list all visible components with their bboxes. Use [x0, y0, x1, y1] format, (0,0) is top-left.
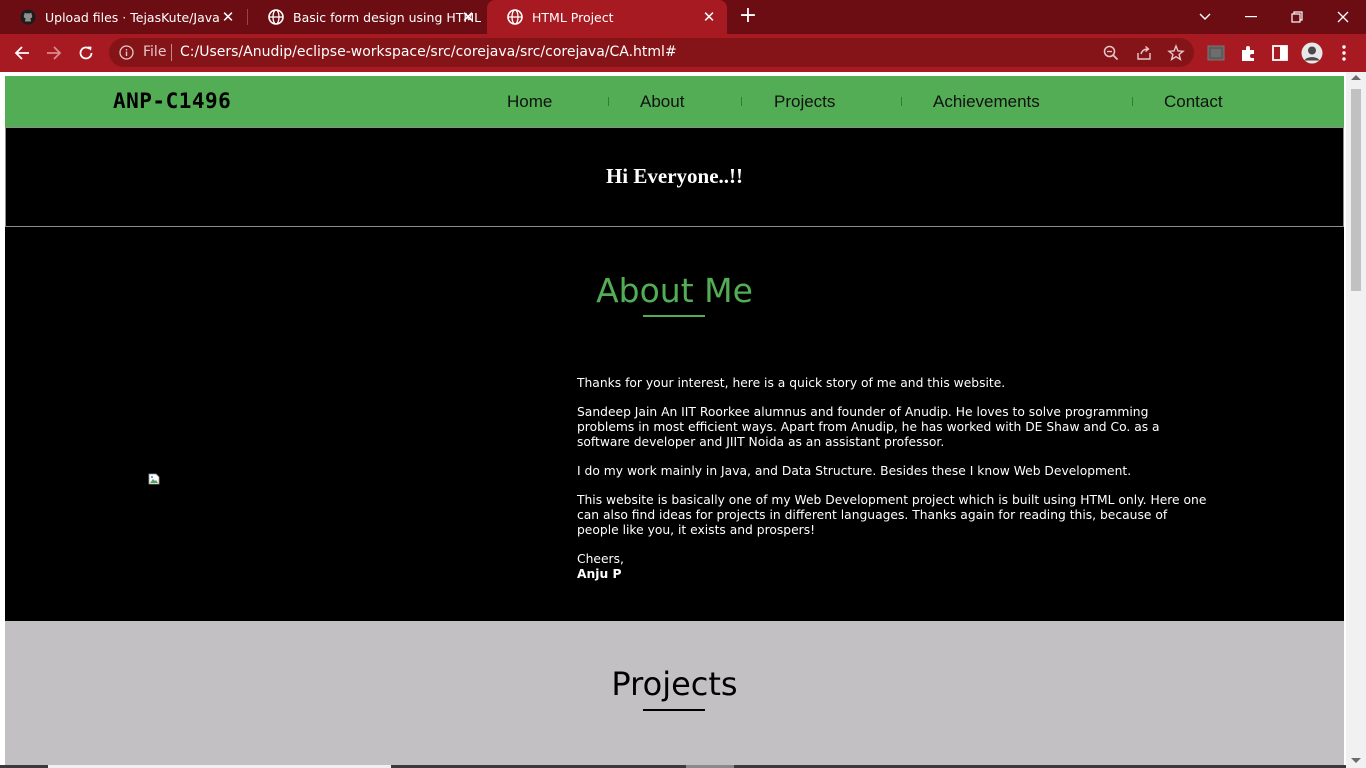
close-icon[interactable]: ✕	[220, 9, 236, 25]
nav-divider	[741, 97, 742, 106]
signature: Anju P	[577, 567, 622, 581]
site-navbar: ANP-C1496 Home About Projects Achievemen…	[5, 76, 1344, 127]
about-section: About Me Thanks for your interest, here …	[5, 227, 1344, 621]
reload-icon	[79, 46, 93, 60]
hero-greeting: Hi Everyone..!!	[605, 164, 744, 188]
extension-tile-icon[interactable]	[1206, 43, 1226, 63]
star-icon[interactable]	[1167, 44, 1185, 62]
close-icon[interactable]: ✕	[701, 9, 717, 25]
reload-button[interactable]	[73, 40, 99, 66]
chevron-down-icon	[1199, 13, 1211, 20]
url-text[interactable]: C:/Users/Anudip/eclipse-workspace/src/co…	[180, 44, 677, 60]
about-text: Thanks for your interest, here is a quic…	[577, 376, 1207, 582]
restore-button[interactable]	[1274, 0, 1320, 34]
signoff: Cheers,	[577, 552, 624, 566]
info-icon[interactable]	[119, 45, 134, 60]
nav-divider	[608, 97, 609, 106]
github-icon	[20, 9, 36, 25]
browser-toolbar: File C:/Users/Anudip/eclipse-workspace/s…	[0, 34, 1366, 72]
tab-basic-form[interactable]: Basic form design using HTML ✕	[247, 0, 486, 34]
nav-link-contact[interactable]: Contact	[1164, 92, 1223, 112]
projects-section: Projects	[5, 621, 1344, 768]
minimize-button[interactable]	[1228, 0, 1274, 34]
nav-divider	[901, 97, 902, 106]
title-underline	[643, 315, 705, 317]
scheme-label: File	[143, 44, 167, 60]
scroll-up-arrow-icon[interactable]	[1351, 75, 1361, 80]
site-brand: ANP-C1496	[113, 89, 232, 113]
arrow-left-icon	[14, 46, 29, 60]
forward-button[interactable]	[41, 40, 67, 66]
arrow-right-icon	[47, 46, 62, 60]
avatar[interactable]	[1301, 42, 1323, 64]
tab-title: Upload files · TejasKute/Java	[45, 9, 220, 25]
about-paragraph: This website is basically one of my Web …	[577, 493, 1207, 537]
puzzle-icon[interactable]	[1238, 43, 1258, 63]
side-panel-icon[interactable]	[1270, 43, 1290, 63]
page: ANP-C1496 Home About Projects Achievemen…	[5, 76, 1344, 768]
close-window-button[interactable]	[1320, 0, 1366, 34]
tab-html-project[interactable]: HTML Project ✕	[487, 0, 727, 34]
hero-banner: Hi Everyone..!!	[5, 127, 1344, 227]
title-underline	[643, 709, 705, 711]
about-paragraph: Sandeep Jain An IIT Roorkee alumnus and …	[577, 405, 1160, 449]
globe-icon	[268, 9, 284, 25]
tab-title: Basic form design using HTML	[293, 9, 482, 25]
globe-icon	[507, 9, 523, 25]
nav-link-about[interactable]: About	[640, 92, 684, 112]
tab-title: HTML Project	[532, 9, 614, 25]
scrollbar[interactable]	[1346, 72, 1366, 768]
close-icon[interactable]: ✕	[460, 9, 476, 25]
about-paragraph: Thanks for your interest, here is a quic…	[577, 376, 1006, 390]
restore-icon	[1291, 11, 1303, 23]
about-paragraph: I do my work mainly in Java, and Data St…	[577, 464, 1132, 478]
tab-search-button[interactable]	[1182, 0, 1228, 34]
new-tab-button[interactable]: +	[737, 5, 759, 27]
projects-title: Projects	[611, 665, 738, 703]
address-bar[interactable]: File C:/Users/Anudip/eclipse-workspace/s…	[109, 38, 1194, 67]
zoom-icon[interactable]	[1102, 44, 1120, 62]
back-button[interactable]	[9, 40, 35, 66]
nav-divider	[1132, 97, 1133, 106]
nav-link-projects[interactable]: Projects	[774, 92, 835, 112]
nav-link-home[interactable]: Home	[507, 92, 552, 112]
page-viewport: ANP-C1496 Home About Projects Achievemen…	[0, 72, 1366, 768]
tab-upload-files[interactable]: Upload files · TejasKute/Java ✕	[0, 0, 246, 34]
tab-strip: Upload files · TejasKute/Java ✕ Basic fo…	[0, 0, 1366, 34]
scroll-down-arrow-icon[interactable]	[1351, 758, 1361, 763]
kebab-menu-icon[interactable]	[1334, 43, 1354, 63]
minimize-icon	[1245, 16, 1257, 18]
share-icon[interactable]	[1135, 44, 1153, 62]
nav-link-achievements[interactable]: Achievements	[933, 92, 1040, 112]
close-icon	[1337, 11, 1349, 23]
scrollbar-thumb[interactable]	[1351, 89, 1361, 291]
about-title: About Me	[596, 271, 753, 310]
broken-image-icon	[148, 473, 160, 485]
divider	[171, 44, 172, 61]
